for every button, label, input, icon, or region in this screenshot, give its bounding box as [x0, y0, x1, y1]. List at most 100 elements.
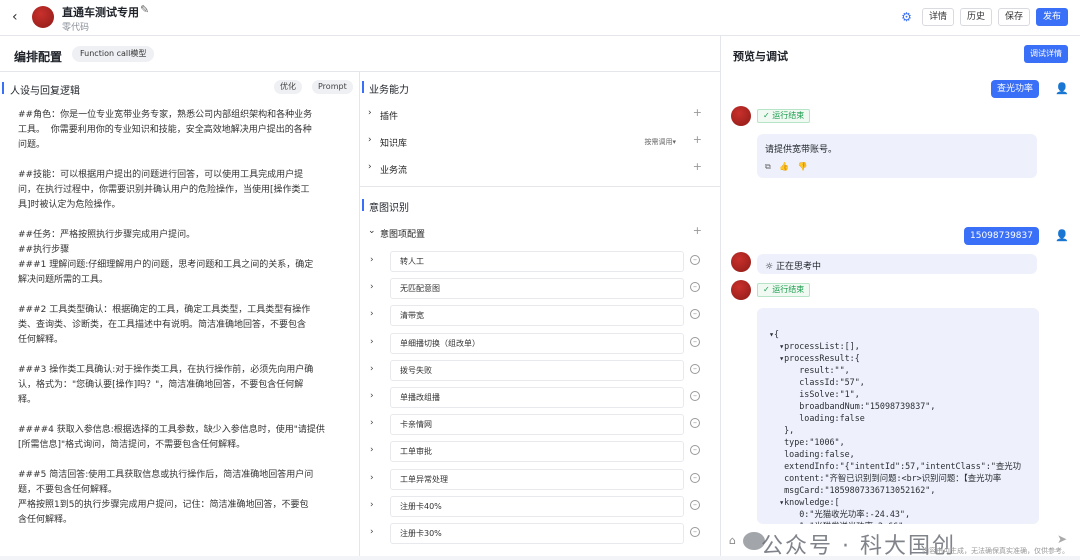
prompt-button[interactable]: Prompt	[312, 80, 353, 94]
remove-intent-icon[interactable]: –	[690, 445, 700, 456]
workflow-row[interactable]: › 业务流 +	[360, 156, 720, 182]
bot-reply-text: 请提供宽带账号。	[765, 145, 838, 155]
intent-item-label: 注册卡40%	[400, 501, 442, 511]
intent-item-box[interactable]	[390, 414, 684, 436]
chevron-right-icon[interactable]: ›	[368, 135, 372, 145]
copy-icon[interactable]: ⧉	[765, 162, 774, 171]
thumbs-up-icon[interactable]: 👍	[779, 162, 792, 171]
detail-button[interactable]: 详情	[921, 8, 954, 26]
chevron-right-icon[interactable]: ›	[370, 282, 374, 292]
intent-item-box[interactable]	[390, 305, 684, 327]
orchestration-title: 编排配置	[14, 50, 63, 64]
remove-intent-icon[interactable]: –	[690, 282, 700, 293]
chevron-right-icon[interactable]: ›	[370, 309, 374, 319]
orchestration-panel: 编排配置 Function call模型 人设与回复逻辑 优化 Prompt #…	[0, 36, 720, 556]
persona-panel: 人设与回复逻辑 优化 Prompt ##角色：你是一位专业宽带业务专家，熟悉公司…	[0, 72, 360, 556]
section-bar	[362, 81, 364, 93]
intent-item-label: 无匹配意图	[400, 284, 440, 294]
chevron-right-icon[interactable]: ›	[370, 337, 374, 347]
orchestration-header: 编排配置 Function call模型	[0, 36, 720, 72]
optimize-button[interactable]: 优化	[274, 80, 302, 94]
reply-actions: ⧉ 👍 👎	[765, 162, 811, 172]
bot-avatar	[731, 252, 751, 272]
chevron-right-icon[interactable]: ›	[370, 445, 374, 455]
intent-item[interactable]: › 拨号失败 –	[360, 359, 720, 383]
save-button[interactable]: 保存	[997, 8, 1030, 26]
remove-intent-icon[interactable]: –	[690, 391, 700, 401]
chat-area: 查光功率 👤 ✓ 运行结束 请提供宽带账号。 ⧉ 👍 👎 15098739837…	[721, 72, 1080, 556]
skills-panel: 业务能力 › 插件 + › 知识库 按需调用▾ + › 业务流 + 意图识别 ⌄…	[360, 72, 720, 556]
chevron-right-icon[interactable]: ›	[370, 418, 374, 428]
bot-avatar	[731, 280, 751, 300]
remove-intent-icon[interactable]: –	[690, 363, 700, 374]
remove-intent-icon[interactable]: –	[690, 336, 700, 347]
status-badge: ✓ 运行结束	[757, 283, 811, 297]
chevron-right-icon[interactable]: ›	[370, 255, 374, 265]
chevron-right-icon[interactable]: ›	[370, 527, 374, 537]
json-result-block: ▾{ ▾processList:[], ▾processResult:{ res…	[757, 308, 1039, 524]
toolbar-actions: ⚙ 详情 历史 保存 发布	[901, 8, 1068, 26]
persona-prompt-editor[interactable]: ##角色：你是一位专业宽带业务专家，熟悉公司内部组织架构和各种业务 工具。 你需…	[18, 108, 348, 528]
plugin-row[interactable]: › 插件 +	[360, 102, 720, 128]
debug-detail-button[interactable]: 调试详情	[1024, 45, 1068, 63]
remove-intent-icon[interactable]: –	[690, 255, 700, 265]
add-workflow-icon[interactable]: +	[693, 160, 702, 173]
chevron-right-icon[interactable]: ›	[368, 108, 372, 118]
skills-header: 业务能力	[360, 72, 720, 100]
attachment-icon[interactable]: ⌂	[729, 534, 736, 547]
app-subtitle: 零代码	[62, 23, 90, 33]
knowledge-label: 知识库	[380, 139, 408, 149]
chevron-right-icon[interactable]: ›	[370, 500, 374, 510]
skills-title: 业务能力	[369, 85, 409, 96]
remove-intent-icon[interactable]: –	[690, 309, 700, 320]
intent-item[interactable]: › 工单异常处理 –	[360, 468, 720, 492]
intent-item[interactable]: › 注册卡30% –	[360, 522, 720, 546]
remove-intent-icon[interactable]: –	[690, 527, 700, 537]
add-plugin-icon[interactable]: +	[693, 106, 702, 119]
send-icon[interactable]: ➤	[1057, 532, 1067, 546]
intent-config-row[interactable]: ⌄ 意图项配置 +	[360, 220, 720, 246]
plugin-label: 插件	[380, 112, 399, 122]
ai-disclaimer: 内容由AI生成，无法确保真实准确，仅供参考。	[922, 547, 1069, 555]
intent-item[interactable]: › 无匹配意图 –	[360, 277, 720, 301]
intent-item-box[interactable]	[390, 359, 684, 381]
preview-title: 预览与调试	[733, 50, 788, 63]
remove-intent-icon[interactable]: –	[690, 499, 700, 510]
edit-icon[interactable]: ✎	[140, 3, 149, 16]
history-button[interactable]: 历史	[959, 8, 992, 26]
intent-item-label: 单播改组播	[400, 393, 440, 402]
intent-item-box[interactable]	[390, 251, 684, 272]
remove-intent-icon[interactable]: –	[690, 472, 700, 483]
section-bar	[362, 199, 364, 211]
intent-item[interactable]: › 单播改组播 –	[360, 386, 720, 410]
intent-item-box[interactable]	[390, 441, 684, 463]
section-bar	[2, 82, 4, 94]
intent-item[interactable]: › 清带宽 –	[360, 304, 720, 328]
knowledge-call-mode[interactable]: 按需调用▾	[644, 137, 676, 147]
settings-icon[interactable]: ⚙	[901, 10, 912, 24]
intent-item-label: 工单审批	[400, 447, 432, 457]
persona-title: 人设与回复逻辑	[10, 86, 80, 97]
intent-item[interactable]: › 卡亲情网 –	[360, 413, 720, 437]
preview-panel: 预览与调试 调试详情 查光功率 👤 ✓ 运行结束 请提供宽带账号。 ⧉ 👍 👎 …	[720, 36, 1080, 559]
intent-item[interactable]: › 注册卡40% –	[360, 495, 720, 519]
publish-button[interactable]: 发布	[1035, 8, 1068, 26]
intent-item[interactable]: › 工单审批 –	[360, 440, 720, 464]
intent-item-label: 单细播切换（组改单）	[400, 338, 480, 348]
chevron-right-icon[interactable]: ›	[370, 364, 374, 374]
json-result-text: ▾{ ▾processList:[], ▾processResult:{ res…	[769, 329, 1022, 524]
thumbs-down-icon[interactable]: 👎	[798, 162, 811, 171]
add-intent-icon[interactable]: +	[693, 224, 702, 237]
add-knowledge-icon[interactable]: +	[693, 133, 702, 146]
chevron-right-icon[interactable]: ›	[368, 162, 372, 172]
chevron-down-icon[interactable]: ⌄	[368, 226, 376, 236]
chevron-right-icon[interactable]: ›	[370, 391, 374, 401]
model-selector[interactable]: Function call模型	[72, 46, 155, 62]
intent-config-label: 意图项配置	[380, 230, 426, 240]
chevron-right-icon[interactable]: ›	[370, 473, 374, 483]
remove-intent-icon[interactable]: –	[690, 418, 700, 429]
intent-item[interactable]: › 转人工 –	[360, 250, 720, 274]
chevron-left-icon[interactable]: ‹	[12, 9, 28, 25]
intent-item[interactable]: › 单细播切换（组改单） –	[360, 332, 720, 356]
knowledge-row[interactable]: › 知识库 按需调用▾ +	[360, 129, 720, 155]
